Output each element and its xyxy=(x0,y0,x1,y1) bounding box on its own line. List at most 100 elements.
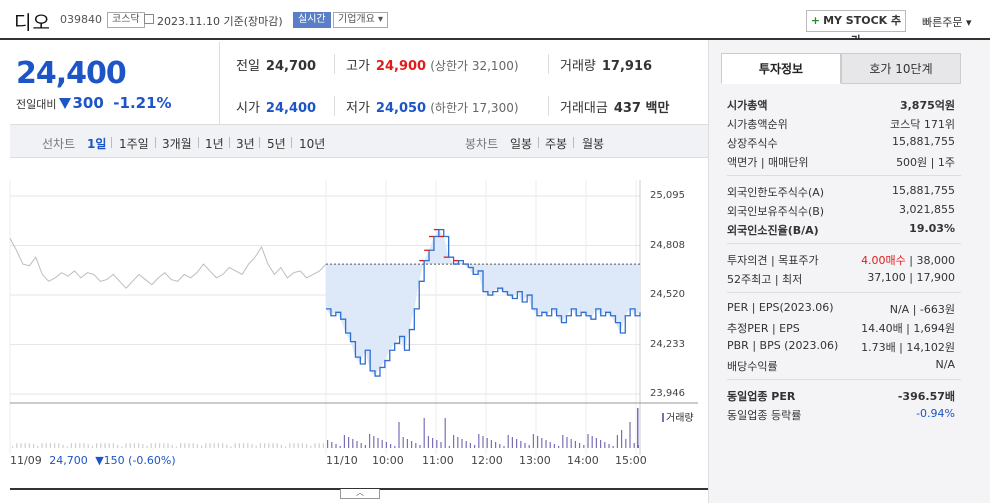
price-box: 24,400 전일대비 300 -1.21% xyxy=(10,42,220,124)
volume-bar xyxy=(587,434,589,448)
info-row: 52주최고 | 최저 37,100 | 17,900 xyxy=(727,271,955,287)
volume-bar xyxy=(461,439,463,448)
volume-bar xyxy=(524,443,526,448)
x-tick-label: 11:00 xyxy=(422,454,454,467)
volume-bar xyxy=(566,437,568,448)
volume-bar xyxy=(66,446,68,448)
volume-bar xyxy=(293,443,295,448)
volume-bar xyxy=(398,422,400,448)
volume-bar xyxy=(343,435,345,448)
volume-bar xyxy=(633,443,635,448)
volume-bar xyxy=(217,443,219,448)
open-price: 시가 24,400 xyxy=(236,101,317,116)
stock-widget: 디오 039840 코스닥 2023.11.10 기준(장마감) 실시간 기업개… xyxy=(0,0,990,503)
candle-monthly[interactable]: 월봉 xyxy=(582,135,604,152)
volume-bar xyxy=(432,438,434,448)
volume-bar xyxy=(440,442,442,448)
x-tick-label: 14:00 xyxy=(567,454,599,467)
volume-bar xyxy=(62,444,64,448)
stock-name[interactable]: 디오 xyxy=(14,8,51,35)
period-1w[interactable]: 1주일 xyxy=(119,135,149,152)
volume-bar xyxy=(16,443,18,448)
info-label: 시가총액 xyxy=(727,99,768,112)
y-tick-label: 25,095 xyxy=(650,190,685,201)
collapse-chart-button[interactable]: ︿ xyxy=(340,489,380,499)
info-divider xyxy=(727,379,961,380)
info-label: 외국인한도주식수(A) xyxy=(727,186,825,199)
volume-bar xyxy=(427,436,429,448)
volume-bar xyxy=(377,438,379,448)
company-info-dropdown[interactable]: 기업개요 ▾ xyxy=(333,12,388,28)
period-1y[interactable]: 1년 xyxy=(205,135,224,152)
volume-bar xyxy=(167,443,169,448)
volume-bar xyxy=(259,443,261,448)
tab-orderbook[interactable]: 호가 10단계 xyxy=(841,53,961,84)
volume-bar xyxy=(175,446,177,448)
y-tick-label: 24,233 xyxy=(650,338,685,350)
info-row: 외국인보유주식수(B) 3,021,855 xyxy=(727,203,955,219)
volume-bar xyxy=(45,443,47,448)
prev-close: 전일 24,700 xyxy=(236,59,317,74)
candle-daily[interactable]: 일봉 xyxy=(510,135,532,152)
period-3y[interactable]: 3년 xyxy=(236,135,255,152)
volume-bar xyxy=(604,442,606,448)
volume-bar xyxy=(549,442,551,448)
volume-bar xyxy=(87,444,89,448)
info-label: 추정PER | EPS xyxy=(727,322,800,335)
volume-bar xyxy=(297,443,299,448)
info-row: 투자의견 | 목표주가 4.00매수 | 38,000 xyxy=(727,252,955,268)
prev-day-info: 11/09 24,700 ▼150 (-0.60%) xyxy=(10,454,176,467)
volume-bar xyxy=(234,443,236,448)
volume-bar xyxy=(213,443,215,448)
info-value: 3,021,855 xyxy=(899,203,955,216)
info-divider xyxy=(727,243,961,244)
volume-bar xyxy=(272,443,274,448)
volume-bar xyxy=(112,443,114,448)
volume-bar xyxy=(205,443,207,448)
info-row: 액면가 | 매매단위 500원 | 1주 xyxy=(727,154,955,170)
volume-bar xyxy=(469,443,471,448)
candle-weekly[interactable]: 주봉 xyxy=(545,135,567,152)
volume-bar xyxy=(318,443,320,448)
volume-bar xyxy=(486,438,488,448)
volume-bar xyxy=(154,443,156,448)
info-value: 코스닥 171위 xyxy=(890,118,955,131)
volume-bar xyxy=(411,441,413,448)
volume-bar xyxy=(150,443,152,448)
calendar-icon xyxy=(144,14,154,24)
info-divider xyxy=(727,175,961,176)
volume-bar xyxy=(243,443,245,448)
volume-bar xyxy=(637,408,639,448)
volume-bar xyxy=(54,443,56,448)
volume-bar xyxy=(352,439,354,448)
period-5y[interactable]: 5년 xyxy=(267,135,286,152)
period-3m[interactable]: 3개월 xyxy=(162,135,192,152)
my-stock-add-button[interactable]: +MY STOCK 추가 xyxy=(806,10,906,47)
info-label: 동일업종 등락률 xyxy=(727,409,802,422)
volume-bar xyxy=(356,441,358,448)
tab-invest-info[interactable]: 투자정보 xyxy=(721,53,841,84)
volume-bar xyxy=(562,435,564,448)
quick-order-button[interactable]: 빠른주문 ▾ xyxy=(922,14,972,30)
volume-bar xyxy=(415,443,417,448)
info-row: 동일업종 PER -396.57배 xyxy=(727,388,955,404)
price-change: 전일대비 300 -1.21% xyxy=(16,94,172,112)
volume-bar xyxy=(125,443,127,448)
volume-bar xyxy=(230,446,232,448)
volume-bar xyxy=(528,445,530,448)
info-label: 외국인소진율(B/A) xyxy=(727,224,819,237)
volume-bar xyxy=(117,444,119,448)
info-value: 37,100 | 17,900 xyxy=(867,271,955,284)
info-value: N/A xyxy=(935,358,955,371)
info-value: -0.94% xyxy=(916,407,955,420)
volume-bar xyxy=(285,446,287,448)
realtime-button[interactable]: 실시간 xyxy=(293,12,331,28)
x-tick-label: 12:00 xyxy=(471,454,503,467)
x-tick-label: 11/10 xyxy=(326,454,358,467)
period-1d[interactable]: 1일 xyxy=(87,135,106,152)
volume-bar xyxy=(196,444,198,448)
volume-bar xyxy=(478,434,480,448)
period-10y[interactable]: 10년 xyxy=(299,135,325,152)
volume-bar xyxy=(595,438,597,448)
line-chart-label: 선차트 xyxy=(42,137,76,151)
